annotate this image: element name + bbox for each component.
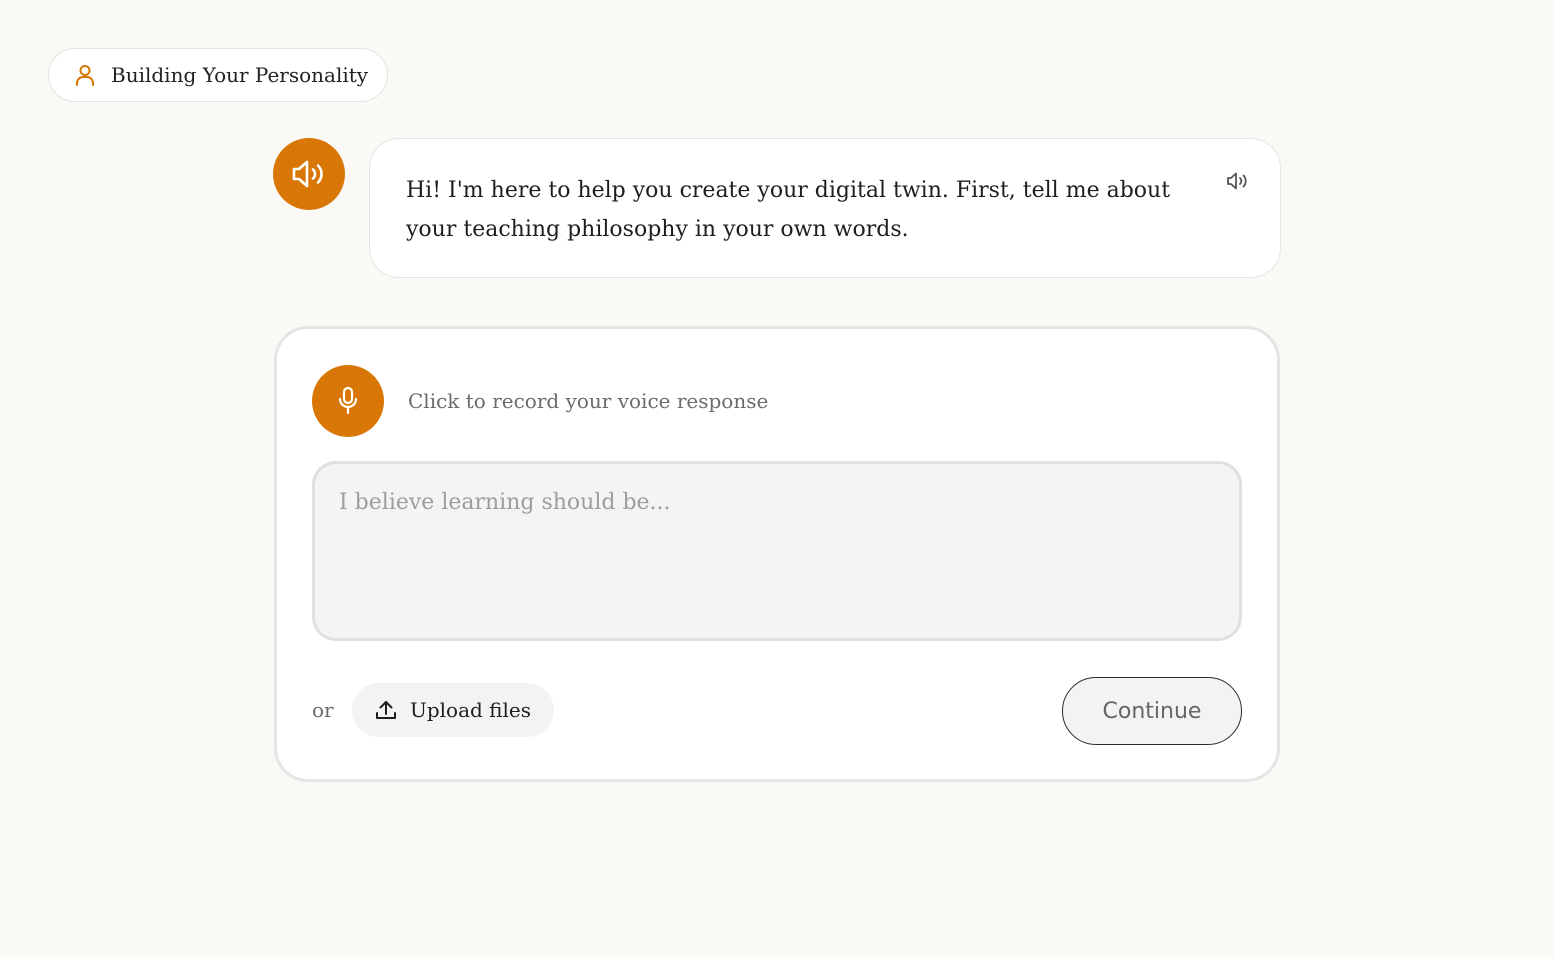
assistant-message-text: Hi! I'm here to help you create your dig… bbox=[406, 178, 1171, 242]
record-voice-button[interactable] bbox=[312, 365, 384, 437]
speaker-icon bbox=[1226, 171, 1250, 191]
speaker-icon bbox=[291, 158, 327, 190]
user-icon bbox=[75, 64, 95, 86]
assistant-message-bubble: Hi! I'm here to help you create your dig… bbox=[369, 138, 1281, 278]
response-textarea[interactable] bbox=[312, 461, 1242, 641]
response-card: Click to record your voice response or U… bbox=[274, 326, 1280, 782]
section-title: Building Your Personality bbox=[111, 63, 369, 87]
play-audio-button[interactable] bbox=[1224, 169, 1252, 193]
continue-button[interactable]: Continue bbox=[1062, 677, 1242, 745]
assistant-avatar bbox=[273, 138, 345, 210]
upload-files-label: Upload files bbox=[410, 698, 532, 722]
upload-icon bbox=[374, 699, 398, 721]
page: Building Your Personality Hi! I'm here t… bbox=[0, 0, 1554, 957]
record-instruction-label: Click to record your voice response bbox=[408, 389, 769, 413]
section-badge: Building Your Personality bbox=[48, 48, 388, 102]
microphone-icon bbox=[336, 386, 360, 416]
or-label: or bbox=[312, 698, 334, 722]
upload-files-button[interactable]: Upload files bbox=[352, 683, 554, 737]
